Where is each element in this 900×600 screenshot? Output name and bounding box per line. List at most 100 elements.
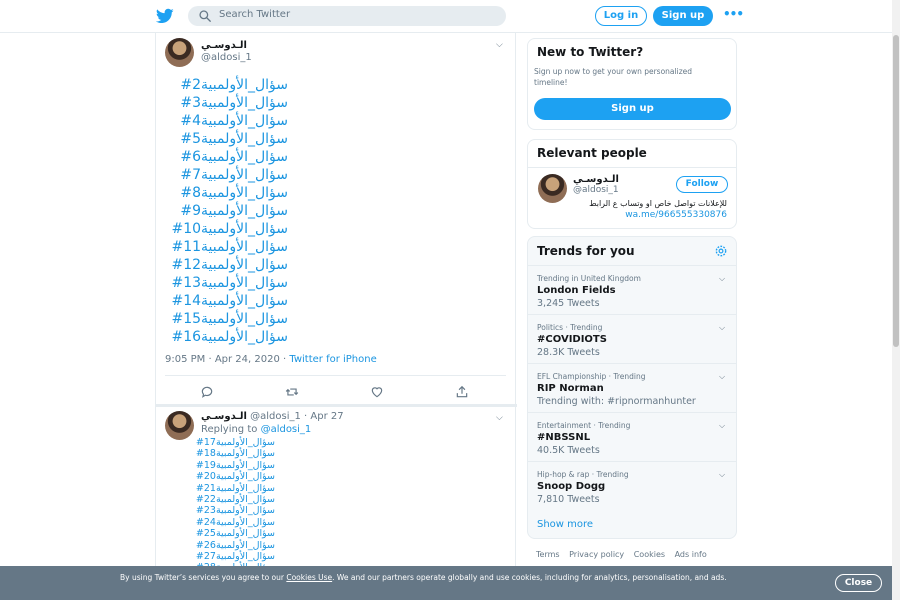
footer-link-privacy[interactable]: Privacy policy bbox=[569, 550, 624, 559]
cookie-text-end: . We and our partners operate globally a… bbox=[332, 573, 727, 582]
hashtag-link[interactable]: #سؤال_الأولمبية9 bbox=[156, 202, 288, 220]
hashtag-link[interactable]: #سؤال_الأولمبية17 bbox=[156, 437, 275, 448]
replying-to-label: Replying to bbox=[201, 424, 261, 435]
show-more-link[interactable]: Show more bbox=[537, 519, 593, 530]
hashtag-link[interactable]: #سؤال_الأولمبية2 bbox=[156, 76, 288, 94]
hashtag-link[interactable]: #سؤال_الأولمبية22 bbox=[156, 494, 275, 505]
trend-item[interactable]: EFL Championship · Trending RIP Norman T… bbox=[528, 363, 736, 412]
chevron-down-icon[interactable]: ⌵ bbox=[719, 372, 725, 382]
login-button[interactable]: Log in bbox=[595, 6, 647, 26]
hashtag-link[interactable]: #سؤال_الأولمبية19 bbox=[156, 460, 275, 471]
footer-link-ads-info[interactable]: Ads info bbox=[675, 550, 707, 559]
reply-header: الـدوسـي @aldosi_1 · Apr 27 bbox=[201, 411, 344, 422]
top-navigation-bar: Search Twitter Log in Sign up ••• bbox=[0, 0, 900, 33]
divider bbox=[528, 167, 736, 168]
gear-icon[interactable] bbox=[714, 244, 728, 258]
reply-author-name[interactable]: الـدوسـي bbox=[201, 411, 247, 422]
card-text: Sign up now to get your own personalized… bbox=[534, 67, 693, 87]
tweet-author-handle[interactable]: @aldosi_1 bbox=[201, 52, 252, 63]
close-button[interactable]: Close bbox=[835, 574, 882, 592]
hashtag-link[interactable]: #سؤال_الأولمبية3 bbox=[156, 94, 288, 112]
hashtag-link[interactable]: #سؤال_الأولمبية8 bbox=[156, 184, 288, 202]
trend-count: 40.5K Tweets bbox=[537, 445, 600, 456]
hashtag-link[interactable]: #سؤال_الأولمبية6 bbox=[156, 148, 288, 166]
hashtag-link[interactable]: #سؤال_الأولمبية14 bbox=[156, 292, 288, 310]
person-name[interactable]: الـدوسـي bbox=[573, 174, 619, 185]
person-handle[interactable]: @aldosi_1 bbox=[573, 185, 619, 195]
person-bio-link[interactable]: wa.me/966555330876 bbox=[625, 210, 727, 220]
chevron-down-icon[interactable]: ⌵ bbox=[496, 413, 503, 423]
hashtag-link[interactable]: #سؤال_الأولمبية27 bbox=[156, 551, 275, 562]
cookies-use-link[interactable]: Cookies Use bbox=[286, 573, 332, 582]
avatar[interactable] bbox=[165, 411, 194, 440]
more-options-icon[interactable]: ••• bbox=[723, 7, 744, 21]
chevron-down-icon[interactable]: ⌵ bbox=[719, 421, 725, 431]
hashtag-link[interactable]: #سؤال_الأولمبية15 bbox=[156, 310, 288, 328]
scrollbar-thumb[interactable] bbox=[893, 35, 899, 347]
replying-to: Replying to @aldosi_1 bbox=[201, 424, 311, 435]
footer-link-cookies[interactable]: Cookies bbox=[634, 550, 665, 559]
trend-context: EFL Championship · Trending bbox=[537, 372, 646, 381]
tweet-actions bbox=[156, 380, 517, 406]
reply-handle-date[interactable]: @aldosi_1 · Apr 27 bbox=[247, 411, 343, 422]
hashtag-link[interactable]: #سؤال_الأولمبية10 bbox=[156, 220, 288, 238]
search-input[interactable]: Search Twitter bbox=[188, 6, 506, 26]
hashtag-link[interactable]: #سؤال_الأولمبية16 bbox=[156, 328, 288, 346]
footer-links: Terms Privacy policy Cookies Ads info bbox=[536, 550, 714, 559]
hashtag-link[interactable]: #سؤال_الأولمبية20 bbox=[156, 471, 275, 482]
person-bio: للإعلانات تواصل خاص او وتساب ع الرابط bbox=[589, 199, 727, 208]
chevron-down-icon[interactable]: ⌵ bbox=[719, 323, 725, 333]
tweet-column: الـدوسـي @aldosi_1 ⌵ #سؤال_الأولمبية2 #سؤ… bbox=[155, 33, 517, 600]
tweet-timestamp: 9:05 PM · Apr 24, 2020 · Twitter for iPh… bbox=[165, 354, 377, 365]
card-title: New to Twitter? bbox=[537, 45, 644, 59]
trend-item[interactable]: Hip-hop & rap · Trending Snoop Dogg 7,81… bbox=[528, 461, 736, 510]
hashtag-link[interactable]: #سؤال_الأولمبية12 bbox=[156, 256, 288, 274]
divider bbox=[165, 375, 506, 376]
hashtag-link[interactable]: #سؤال_الأولمبية21 bbox=[156, 483, 275, 494]
tweet-hashtag-list: #سؤال_الأولمبية2 #سؤال_الأولمبية3 #سؤال_ال… bbox=[156, 76, 288, 346]
chevron-down-icon[interactable]: ⌵ bbox=[719, 274, 725, 284]
trend-name: Snoop Dogg bbox=[537, 481, 606, 492]
hashtag-link[interactable]: #سؤال_الأولمبية24 bbox=[156, 517, 275, 528]
page-scrollbar[interactable] bbox=[892, 0, 900, 600]
chevron-down-icon[interactable]: ⌵ bbox=[719, 470, 725, 480]
card-title: Relevant people bbox=[537, 146, 647, 160]
share-icon[interactable] bbox=[455, 385, 469, 399]
reply-icon[interactable] bbox=[200, 385, 214, 399]
hashtag-link[interactable]: #سؤال_الأولمبية23 bbox=[156, 505, 275, 516]
trend-item[interactable]: Trending in United Kingdom London Fields… bbox=[528, 265, 736, 314]
trend-count: 7,810 Tweets bbox=[537, 494, 600, 505]
footer-link-terms[interactable]: Terms bbox=[536, 550, 560, 559]
avatar[interactable] bbox=[165, 38, 194, 67]
trend-name: #NBSSNL bbox=[537, 432, 591, 443]
hashtag-link[interactable]: #سؤال_الأولمبية11 bbox=[156, 238, 288, 256]
tweet-source-link[interactable]: Twitter for iPhone bbox=[289, 354, 376, 365]
hashtag-link[interactable]: #سؤال_الأولمبية25 bbox=[156, 528, 275, 539]
trend-item[interactable]: Politics · Trending #COVIDIOTS 28.3K Twe… bbox=[528, 314, 736, 363]
twitter-bird-icon[interactable] bbox=[156, 7, 174, 25]
hashtag-link[interactable]: #سؤال_الأولمبية18 bbox=[156, 448, 275, 459]
follow-button[interactable]: Follow bbox=[676, 176, 728, 193]
chevron-down-icon[interactable]: ⌵ bbox=[496, 40, 503, 50]
retweet-icon[interactable] bbox=[285, 385, 299, 399]
divider bbox=[156, 404, 517, 407]
trend-name: RIP Norman bbox=[537, 383, 604, 394]
tweet-time[interactable]: 9:05 PM · Apr 24, 2020 · bbox=[165, 354, 289, 365]
avatar[interactable] bbox=[538, 174, 567, 203]
trend-context: Politics · Trending bbox=[537, 323, 603, 332]
like-heart-icon[interactable] bbox=[370, 385, 384, 399]
hashtag-link[interactable]: #سؤال_الأولمبية7 bbox=[156, 166, 288, 184]
hashtag-link[interactable]: #سؤال_الأولمبية4 bbox=[156, 112, 288, 130]
signup-button[interactable]: Sign up bbox=[653, 6, 713, 26]
trend-context: Hip-hop & rap · Trending bbox=[537, 470, 629, 479]
hashtag-link[interactable]: #سؤال_الأولمبية13 bbox=[156, 274, 288, 292]
trend-name: #COVIDIOTS bbox=[537, 334, 607, 345]
replying-to-link[interactable]: @aldosi_1 bbox=[261, 424, 312, 435]
signup-button[interactable]: Sign up bbox=[534, 98, 731, 120]
hashtag-link[interactable]: #سؤال_الأولمبية26 bbox=[156, 540, 275, 551]
cookie-text: By using Twitter’s services you agree to… bbox=[120, 572, 730, 583]
hashtag-link[interactable]: #سؤال_الأولمبية5 bbox=[156, 130, 288, 148]
trend-context: Trending in United Kingdom bbox=[537, 274, 641, 283]
tweet-author-name[interactable]: الـدوسـي bbox=[201, 40, 247, 51]
trend-item[interactable]: Entertainment · Trending #NBSSNL 40.5K T… bbox=[528, 412, 736, 461]
